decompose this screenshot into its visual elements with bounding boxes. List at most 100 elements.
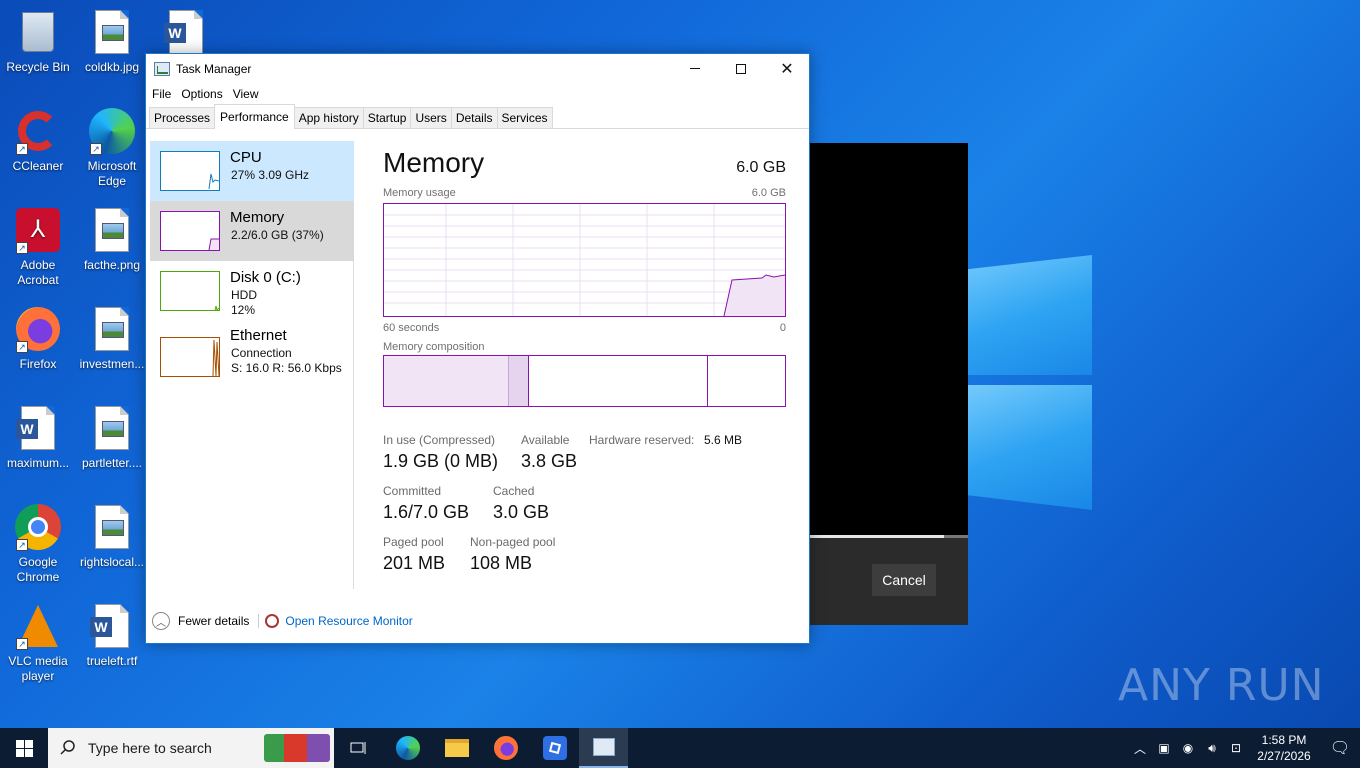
desktop-icon-firefox[interactable]: ↗ Firefox [0,305,76,372]
desktop-icon-label: Recycle Bin [6,60,70,74]
memory-composition-bar [383,355,786,407]
in-use-value: 1.9 GB (0 MB) [383,451,499,471]
acrobat-icon: ⅄ ↗ [14,206,62,254]
sidebar-ethernet-throughput: S: 16.0 R: 56.0 Kbps [231,361,342,375]
task-manager-window: Task Manager ✕ File Options View Process… [145,53,810,644]
sidebar-disk-usage: 12% [231,303,256,317]
sidebar-item-memory[interactable]: Memory 2.2/6.0 GB (37%) [150,201,354,261]
firefox-icon: ↗ [14,305,62,353]
network-icon[interactable]: ⊡ [1224,741,1248,755]
minimize-button[interactable] [672,54,718,83]
committed-value: 1.6/7.0 GB [383,502,470,522]
tab-startup[interactable]: Startup [362,107,412,128]
clock[interactable]: 1:58 PM 2/27/2026 [1248,732,1320,764]
desktop-icon-facthe[interactable]: facthe.png [74,206,150,273]
chevron-up-icon[interactable]: ︿ [1128,740,1152,757]
close-button[interactable]: ✕ [764,54,810,83]
image-file-icon [88,206,136,254]
desktop-icon-ccleaner[interactable]: ↗ CCleaner [0,107,76,174]
taskbar-task-manager-button[interactable] [579,728,628,768]
desktop-icon-label: facthe.png [83,258,141,272]
desktop-icon-rightslocal[interactable]: rightslocal... [74,503,150,570]
graph-time-zero: 0 [779,322,786,334]
fewer-details-link[interactable]: Fewer details [178,614,249,628]
desktop-icon-adobe-acrobat[interactable]: ⅄ ↗ Adobe Acrobat [0,206,76,288]
desktop-icon-label: VLC media player [8,654,68,683]
desktop-icon-microsoft-edge[interactable]: ↗ Microsoft Edge [74,107,150,189]
firefox-icon [493,736,518,760]
taskbar-app-button[interactable] [530,728,579,768]
taskbar-firefox-button[interactable] [481,728,530,768]
tab-users[interactable]: Users [410,107,452,128]
chrome-icon: ↗ [14,503,62,551]
hardware-reserved-value: 5.6 MB [704,433,743,447]
desktop-icon-investmen[interactable]: investmen... [74,305,150,372]
search-icon [60,740,75,755]
title-bar[interactable]: Task Manager ✕ [146,54,809,83]
image-file-icon [88,8,136,56]
task-manager-icon [592,738,615,756]
image-file-icon [88,404,136,452]
task-manager-icon [154,61,170,76]
desktop-icon-vlc[interactable]: ↗ VLC media player [0,602,76,684]
graph-time-label: 60 seconds [383,322,440,334]
image-file-icon [88,503,136,551]
desktop-icon-google-chrome[interactable]: ↗ Google Chrome [0,503,76,585]
clock-time: 1:58 PM [1261,733,1307,747]
clock-date: 2/27/2026 [1257,749,1311,763]
windows-start-icon [15,739,33,757]
sidebar-item-ethernet[interactable]: Ethernet Connection S: 16.0 R: 56.0 Kbps [150,321,354,391]
meet-now-icon[interactable]: ◉ [1176,741,1200,755]
tab-services[interactable]: Services [496,107,553,128]
hardware-reserved-label: Hardware reserved: [589,433,695,447]
menu-options[interactable]: Options [176,87,227,101]
start-button[interactable] [0,728,48,768]
task-view-button[interactable] [334,728,383,768]
composition-modified [509,356,529,406]
sidebar-disk-name: Disk 0 (C:) [230,269,301,286]
chevron-up-icon[interactable]: ︿ [152,612,170,630]
taskbar-explorer-button[interactable] [432,728,481,768]
desktop-icon-maximum[interactable]: W maximum... [0,404,76,471]
tab-processes[interactable]: Processes [149,107,216,128]
display-icon[interactable]: ▣ [1152,741,1176,755]
resource-monitor-icon [265,614,280,628]
taskbar: Type here to search ︿ ▣ ◉ 🔊︎ ⊡ 1:58 PM 2… [0,728,1360,768]
close-icon: ✕ [780,60,794,78]
volume-icon[interactable]: 🔊︎ [1200,741,1224,756]
folder-icon [444,739,469,757]
desktop-icon-recycle-bin[interactable]: Recycle Bin [0,8,76,75]
window-title: Task Manager [176,61,252,76]
tab-performance[interactable]: Performance [214,104,295,129]
desktop-icon-partletter[interactable]: partletter.... [74,404,150,471]
tab-details[interactable]: Details [450,107,498,128]
desktop-icon-coldkb[interactable]: coldkb.jpg [74,8,150,75]
tab-app-history[interactable]: App history [293,107,364,128]
notification-icon[interactable]: 🗨︎ [1320,738,1360,758]
taskbar-search-box[interactable]: Type here to search [48,728,334,768]
maximize-button[interactable] [718,54,764,83]
cancel-button[interactable]: Cancel [872,564,936,596]
word-document-icon: W [14,404,62,452]
menu-view[interactable]: View [228,87,264,101]
sidebar-memory-detail: 2.2/6.0 GB (37%) [231,228,324,242]
taskbar-edge-button[interactable] [383,728,432,768]
edge-icon: ↗ [88,107,136,155]
sidebar-ethernet-name: Ethernet [230,327,287,344]
cached-label: Cached [493,484,535,498]
desktop-icon-label: Firefox [19,357,57,371]
sidebar-ethernet-connection: Connection [231,346,292,360]
paged-pool-value: 201 MB [383,553,446,573]
memory-usage-max: 6.0 GB [751,187,786,199]
word-document-icon: W [162,8,210,56]
sidebar-item-cpu[interactable]: CPU 27% 3.09 GHz [150,141,354,201]
memory-usage-label: Memory usage [383,187,456,199]
app-blue-square-icon [542,736,567,760]
desktop-icon-trueleft[interactable]: W trueleft.rtf [74,602,150,669]
anyrun-watermark: ANY RUN [1118,660,1325,711]
open-resource-monitor-link[interactable]: Open Resource Monitor [285,614,412,628]
maximize-icon [736,63,746,74]
menu-file[interactable]: File [147,87,176,101]
sidebar-item-disk[interactable]: Disk 0 (C:) HDD 12% [150,261,354,321]
sidebar-cpu-name: CPU [230,149,262,166]
